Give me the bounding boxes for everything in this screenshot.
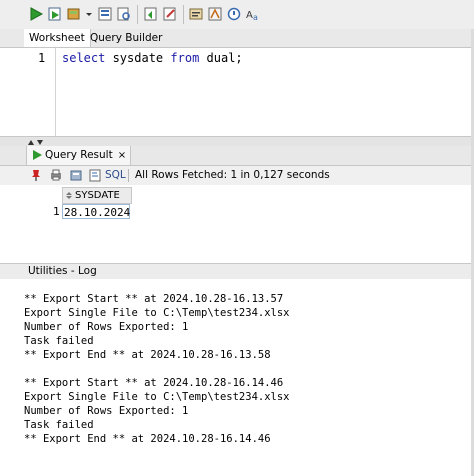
sql-keyword: select <box>62 51 106 65</box>
main-toolbar: Aa <box>0 0 474 30</box>
log-line: Number of Rows Exported: 1 <box>24 321 189 333</box>
toolbar-separator <box>183 5 184 24</box>
export-icon[interactable] <box>69 168 83 182</box>
chevron-down-icon[interactable] <box>84 6 94 22</box>
log-line: ** Export End ** at 2024.10.28-16.14.46 <box>24 433 271 445</box>
log-line: Task failed <box>24 335 94 347</box>
tab-query-builder[interactable]: Query Builder <box>85 29 167 47</box>
close-tab-icon[interactable]: × <box>118 150 126 161</box>
line-gutter <box>0 48 55 136</box>
log-title: Utilities - Log <box>28 265 97 277</box>
editor-tabbar: Worksheet Query Builder <box>0 29 474 48</box>
table-cell[interactable]: 28.10.2024 <box>62 204 130 219</box>
result-tabbar: Query Result × <box>0 146 474 166</box>
explain-plan-icon[interactable] <box>207 6 223 22</box>
sql-editor[interactable]: 1 select sysdate from dual; <box>0 48 474 136</box>
unshared-sql-icon[interactable] <box>226 6 242 22</box>
sort-icon <box>66 192 72 199</box>
log-panel-header: Utilities - Log <box>0 263 474 280</box>
log-line: ** Export End ** at 2024.10.28-16.13.58 <box>24 349 271 361</box>
sql-icon[interactable] <box>89 168 103 182</box>
format-icon[interactable]: Aa <box>245 6 261 22</box>
result-toolbar: SQL All Rows Fetched: 1 in 0,127 seconds <box>0 166 474 185</box>
run-statement-icon[interactable] <box>28 6 44 22</box>
log-line: Task failed <box>24 419 94 431</box>
commit-icon[interactable] <box>66 6 82 22</box>
toolbar-separator <box>128 169 129 182</box>
log-output[interactable]: ** Export Start ** at 2024.10.28-16.13.5… <box>0 279 474 476</box>
tab-label: Query Result <box>45 149 113 161</box>
sql-text: dual; <box>199 51 243 65</box>
log-line: ** Export Start ** at 2024.10.28-16.13.5… <box>24 293 284 305</box>
column-header-sysdate[interactable]: SYSDATE <box>62 187 132 204</box>
line-number: 1 <box>38 51 46 65</box>
clear-icon[interactable] <box>162 6 178 22</box>
log-line: ** Export Start ** at 2024.10.28-16.14.4… <box>24 377 284 389</box>
splitter-arrows-icon[interactable] <box>27 138 45 146</box>
fetch-status: All Rows Fetched: 1 in 0,127 seconds <box>135 169 330 181</box>
toolbar-separator <box>137 5 138 24</box>
print-icon[interactable] <box>49 168 63 182</box>
rollback-icon[interactable] <box>143 6 159 22</box>
svg-text:A: A <box>246 10 253 21</box>
sql-link[interactable]: SQL <box>105 166 126 185</box>
gutter-divider <box>55 48 56 136</box>
tab-query-result[interactable]: Query Result × <box>26 146 132 165</box>
sql-text: sysdate <box>105 51 171 65</box>
log-line: Number of Rows Exported: 1 <box>24 405 189 417</box>
column-header-label: SYSDATE <box>75 190 120 201</box>
autotrace-icon[interactable] <box>188 6 204 22</box>
log-line: Export Single File to C:\Temp\test234.xl… <box>24 307 290 319</box>
run-statement-icon <box>33 150 42 160</box>
result-grid: SYSDATE 1 28.10.2024 <box>0 185 474 262</box>
sql-code-line[interactable]: select sysdate from dual; <box>62 51 243 65</box>
run-script-icon[interactable] <box>47 6 63 22</box>
tab-worksheet[interactable]: Worksheet <box>24 29 91 47</box>
sql-tuning-icon[interactable] <box>97 6 113 22</box>
svg-text:a: a <box>253 13 258 22</box>
log-line: Export Single File to C:\Temp\test234.xl… <box>24 391 290 403</box>
row-number: 1 <box>53 205 60 218</box>
sql-keyword: from <box>170 51 200 65</box>
monitor-icon[interactable] <box>116 6 132 22</box>
pin-icon[interactable] <box>29 168 43 182</box>
